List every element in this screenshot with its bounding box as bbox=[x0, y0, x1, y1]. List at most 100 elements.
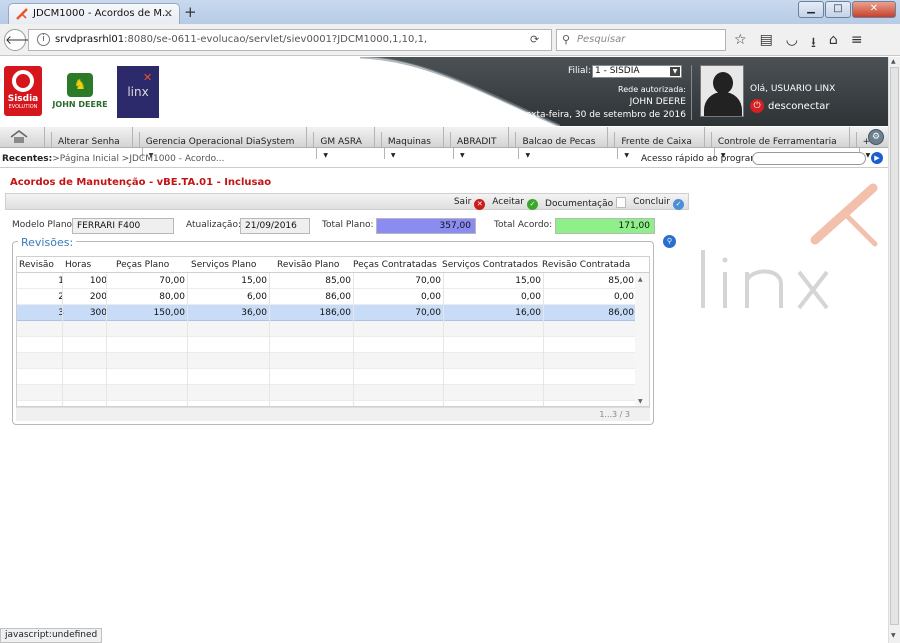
action-bar: Sair ✕ Aceitar ✓ Documentação Concluir ✓ bbox=[5, 193, 689, 210]
total-acordo-field[interactable]: 171,00 bbox=[555, 218, 655, 234]
chevron-down-icon: ▼ bbox=[383, 147, 437, 159]
minimize-icon[interactable]: ▁ bbox=[798, 1, 824, 18]
main-menu-bar: Alterar Senha Gerencia Operacional DiaSy… bbox=[0, 127, 888, 159]
empty-row bbox=[17, 385, 637, 401]
close-window-icon[interactable]: ✕ bbox=[852, 1, 896, 18]
back-arrow-icon[interactable]: 🡐 bbox=[4, 29, 37, 51]
download-icon[interactable]: ⭳ bbox=[811, 32, 816, 56]
scroll-down-icon[interactable]: ▼ bbox=[638, 398, 643, 405]
modelo-plano-field[interactable]: FERRARI F400 bbox=[72, 218, 174, 234]
menu-gerencia-operacional[interactable]: Gerencia Operacional DiaSystem ▼ bbox=[131, 127, 307, 159]
rede-info: Rede autorizada: JOHN DEERE sexta-feira,… bbox=[521, 83, 686, 122]
col-horas[interactable]: Horas bbox=[65, 260, 91, 270]
quick-access-label: Acesso rápido ao programa: bbox=[641, 154, 768, 164]
atualizacao-field[interactable]: 21/09/2016 bbox=[240, 218, 310, 234]
tab-close-icon[interactable]: ✕ bbox=[164, 7, 173, 20]
aceitar-button[interactable]: Aceitar ✓ bbox=[492, 197, 539, 210]
table-scrollbar[interactable]: ▲ ▼ bbox=[635, 273, 649, 406]
menu-maquinas[interactable]: Maquinas ▼ bbox=[373, 127, 443, 159]
table-header: Revisão Horas Peças Plano Serviços Plano… bbox=[17, 257, 649, 273]
col-servicos-plano[interactable]: Serviços Plano bbox=[191, 260, 256, 270]
breadcrumb: Recentes:>Página Inicial >JDCM1000 - Aco… bbox=[2, 154, 225, 164]
empty-row bbox=[17, 337, 637, 353]
breadcrumb-path[interactable]: >Página Inicial >JDCM1000 - Acordo... bbox=[52, 154, 224, 164]
home-icon[interactable] bbox=[10, 130, 28, 144]
total-plano-field[interactable]: 357,00 bbox=[376, 218, 476, 234]
hamburger-menu-icon[interactable]: ≡ bbox=[851, 32, 863, 56]
menu-gm-asra[interactable]: GM ASRA ▼ bbox=[306, 127, 374, 159]
menu-alterar-senha[interactable]: Alterar Senha bbox=[44, 127, 132, 147]
settings-gear-icon[interactable]: ⚙ bbox=[868, 129, 884, 145]
finish-check-icon: ✓ bbox=[673, 199, 684, 210]
chevron-down-icon: ▼ bbox=[452, 147, 502, 159]
menu-controle-de-ferramentaria[interactable]: Controle de Ferramentaria ▼ bbox=[703, 127, 849, 159]
col-pecas-plano[interactable]: Peças Plano bbox=[116, 260, 169, 270]
documentacao-button[interactable]: Documentação bbox=[545, 197, 627, 210]
empty-row bbox=[17, 353, 637, 369]
go-arrow-icon[interactable]: ▶ bbox=[871, 152, 883, 164]
total-acordo-label: Total Acordo: bbox=[494, 220, 553, 230]
tab-title: JDCM1000 - Acordos de M... bbox=[33, 8, 172, 19]
scroll-down-icon[interactable]: ▼ bbox=[891, 632, 896, 639]
table-footer: 1...3 / 3 bbox=[16, 407, 650, 421]
scroll-up-icon[interactable]: ▲ bbox=[638, 276, 643, 283]
modelo-plano-label: Modelo Plano: bbox=[12, 220, 76, 230]
table-row-selected[interactable]: 3 300 150,00 36,00 186,00 70,00 16,00 86… bbox=[17, 305, 637, 321]
header-divider bbox=[691, 65, 692, 120]
chevron-down-icon: ▼ bbox=[518, 147, 601, 159]
zoom-search-icon[interactable]: ⚲ bbox=[663, 235, 676, 248]
col-revisao-contratada[interactable]: Revisão Contratada bbox=[542, 260, 630, 270]
john-deere-logo: ♞ JOHN DEERE bbox=[52, 69, 108, 117]
url-host: srvdprasrhl01 bbox=[55, 34, 125, 45]
scrollbar-thumb[interactable] bbox=[890, 67, 899, 625]
pager-text: 1...3 / 3 bbox=[599, 410, 630, 419]
reload-icon[interactable]: ⟳ bbox=[530, 33, 539, 46]
pocket-icon[interactable]: ◡ bbox=[786, 32, 798, 56]
menu-items: Alterar Senha Gerencia Operacional DiaSy… bbox=[44, 127, 882, 159]
logout-link[interactable]: ⏻ desconectar bbox=[750, 99, 829, 113]
header-date: sexta-feira, 30 de setembro de 2016 bbox=[521, 110, 686, 120]
empty-row bbox=[17, 369, 637, 385]
new-tab-icon[interactable]: + bbox=[184, 3, 197, 21]
concluir-button[interactable]: Concluir ✓ bbox=[633, 197, 684, 210]
info-icon[interactable]: i bbox=[37, 33, 50, 46]
linx-spark-icon: ✕ bbox=[143, 71, 153, 84]
scroll-up-icon[interactable]: ▲ bbox=[891, 58, 896, 65]
menu-balcao-de-pecas[interactable]: Balcao de Pecas ▼ bbox=[508, 127, 607, 159]
divider bbox=[0, 167, 888, 168]
sisdia-q-icon bbox=[12, 70, 34, 92]
table-row[interactable]: 2 200 80,00 6,00 86,00 0,00 0,00 0,00 bbox=[17, 289, 637, 305]
reading-list-icon[interactable]: ▤ bbox=[760, 32, 773, 56]
table-row[interactable]: 1 100 70,00 15,00 85,00 70,00 15,00 85,0… bbox=[17, 273, 637, 289]
linx-watermark-logo bbox=[701, 183, 878, 310]
rede-value: JOHN DEERE bbox=[629, 97, 686, 107]
deer-icon: ♞ bbox=[67, 73, 93, 97]
sair-button[interactable]: Sair ✕ bbox=[454, 197, 486, 210]
search-icon: ⚲ bbox=[562, 33, 571, 46]
filial-select[interactable]: 1 - SISDIA ▼ bbox=[592, 65, 682, 78]
dropdown-arrow-icon[interactable]: ▼ bbox=[670, 67, 680, 76]
document-icon bbox=[616, 197, 627, 208]
url-bar[interactable]: i srvdprasrhl01:8080/se-0611-evolucao/se… bbox=[28, 29, 552, 51]
check-icon: ✓ bbox=[527, 199, 539, 210]
col-revisao-plano[interactable]: Revisão Plano bbox=[277, 260, 339, 270]
browser-search-input[interactable]: ⚲ Pesquisar bbox=[556, 29, 726, 51]
quick-access-input[interactable] bbox=[752, 152, 866, 165]
empty-row bbox=[17, 321, 637, 337]
menu-frente-de-caixa[interactable]: Frente de Caixa ▼ bbox=[607, 127, 703, 159]
browser-tab[interactable]: JDCM1000 - Acordos de M... ✕ bbox=[8, 3, 180, 24]
browser-toolbar-icons: ☆ ▤ ◡ ⭳ ⌂ ≡ bbox=[734, 32, 863, 56]
exit-icon: ✕ bbox=[474, 199, 486, 210]
col-pecas-contratadas[interactable]: Peças Contratadas bbox=[353, 260, 437, 270]
user-greeting: Olá, USUARIO LINX bbox=[750, 84, 836, 94]
bookmark-star-icon[interactable]: ☆ bbox=[734, 32, 747, 56]
col-servicos-contratados[interactable]: Serviços Contratados bbox=[442, 260, 538, 270]
page-scrollbar[interactable]: ▲ ▼ bbox=[888, 57, 900, 643]
atualizacao-label: Atualização: bbox=[186, 220, 241, 230]
linx-logo: linx ✕ bbox=[117, 66, 159, 118]
col-revisao[interactable]: Revisão bbox=[19, 260, 54, 270]
home-icon[interactable]: ⌂ bbox=[829, 32, 838, 56]
power-icon[interactable]: ⏻ bbox=[750, 99, 764, 113]
maximize-icon[interactable]: □ bbox=[825, 1, 851, 18]
menu-abradit[interactable]: ABRADIT ▼ bbox=[442, 127, 508, 159]
